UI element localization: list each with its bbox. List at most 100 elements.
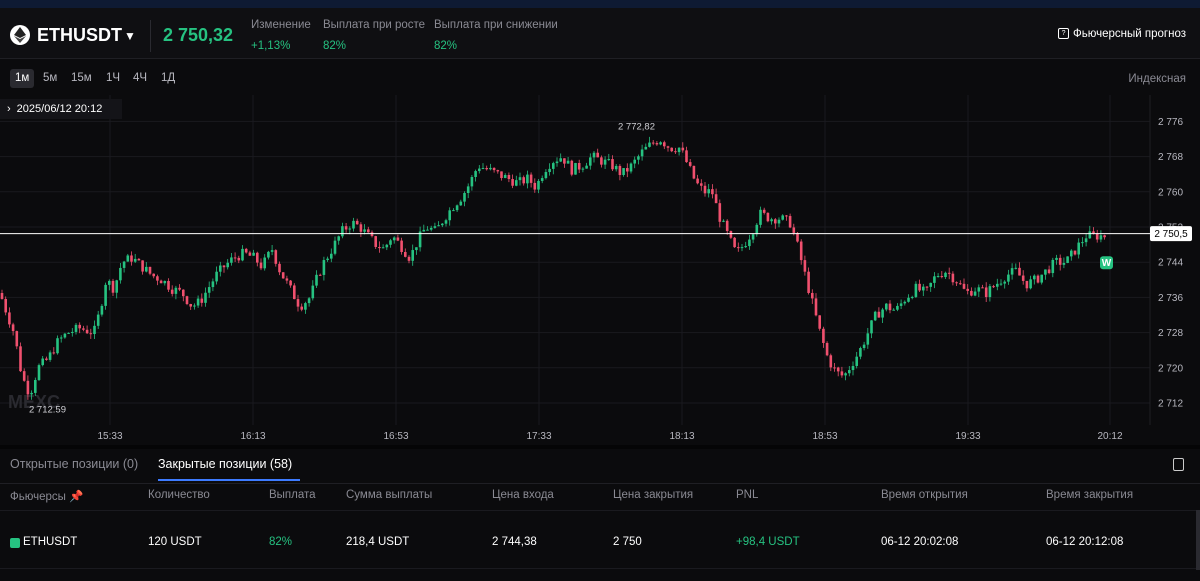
candlestick-chart[interactable]: MEXC 2 7762 7682 7602 7522 7442 7362 728… [0, 95, 1200, 445]
candle-body [822, 328, 825, 343]
candle-body [404, 251, 407, 257]
candle-body [207, 287, 211, 293]
candle-body [256, 252, 259, 263]
candle-body [836, 367, 840, 372]
candle-body [777, 219, 781, 224]
candle-body [274, 250, 278, 264]
candle-body [237, 257, 241, 261]
high-price-label: 2 772,82 [618, 121, 655, 132]
tab-open-positions[interactable]: Открытые позиции (0) [10, 457, 138, 471]
candles [0, 136, 1106, 400]
timeframe-1h[interactable]: 1Ч [101, 69, 125, 88]
candle-body [219, 265, 222, 272]
candle-body [788, 216, 792, 228]
stat-change: Изменение +1,13% [251, 19, 311, 52]
x-tick-label: 15:33 [97, 431, 122, 442]
candle-body [774, 219, 777, 224]
up-arrow-icon [10, 538, 20, 548]
order-marker[interactable]: W [1100, 256, 1113, 270]
candle-body [108, 280, 111, 285]
candle-body [966, 288, 969, 291]
candle-body [873, 311, 877, 321]
timeframe-1m[interactable]: 1м [10, 69, 35, 88]
candle-body [803, 260, 807, 272]
timeframe-bar: 1м 5м 15м 1Ч 4Ч 1Д Индексная [0, 61, 1200, 95]
futures-forecast-link[interactable]: ? Фьючерсный прогноз [1058, 28, 1186, 40]
candle-body [748, 239, 751, 247]
candle-body [1062, 262, 1066, 265]
col-entry-price: Цена входа [492, 489, 554, 501]
timeframe-1d[interactable]: 1Д [156, 69, 180, 88]
candle-body [922, 286, 925, 291]
candle-body [648, 142, 651, 147]
pin-icon[interactable]: 📌 [69, 491, 83, 503]
col-close-time: Время закрытия [1046, 489, 1134, 501]
candle-body [681, 147, 685, 151]
candle-body [1073, 250, 1077, 255]
candle-body [688, 162, 692, 166]
col-open-time: Время открытия [881, 489, 968, 501]
candle-body [8, 312, 11, 325]
candle-body [603, 159, 607, 165]
candle-body [189, 304, 192, 307]
candle-body [633, 159, 636, 164]
candle-body [522, 177, 525, 184]
candle-body [714, 194, 718, 204]
symbol-selector[interactable]: ETHUSDT [37, 25, 122, 46]
candle-body [348, 228, 352, 230]
candle-body [1058, 257, 1062, 265]
candle-body [359, 224, 363, 232]
candle-body [996, 283, 999, 287]
timeframe-4h[interactable]: 4Ч [128, 69, 152, 88]
candle-body [48, 352, 52, 360]
row-payout: 82% [269, 536, 293, 548]
candle-body [374, 236, 377, 247]
candle-body [126, 255, 130, 262]
candle-body [11, 324, 15, 332]
document-icon[interactable] [1173, 458, 1184, 471]
chevron-down-icon[interactable]: ▼ [124, 29, 136, 43]
candle-body [711, 189, 714, 195]
candle-body [1033, 275, 1036, 280]
candle-body [674, 151, 677, 153]
candle-body [973, 291, 977, 296]
candle-body [984, 287, 988, 298]
index-price-toggle[interactable]: Индексная [1128, 73, 1186, 85]
col-payout-sum: Сумма выплаты [346, 489, 433, 501]
candle-body [196, 298, 200, 306]
candle-body [241, 248, 244, 261]
candle-body [888, 303, 892, 311]
candle-body [685, 150, 688, 163]
timeframe-15m[interactable]: 15м [66, 69, 97, 88]
candle-body [629, 163, 633, 172]
candle-body [592, 152, 596, 158]
candle-body [111, 280, 115, 293]
candle-body [367, 229, 370, 233]
row-symbol: ETHUSDT [23, 536, 78, 548]
candle-body [34, 379, 37, 393]
crosshair-datetime[interactable]: › 2025/06/12 20:12 [0, 99, 122, 119]
candle-body [426, 229, 429, 231]
candle-body [381, 247, 385, 249]
candle-body [296, 299, 300, 307]
candle-body [326, 258, 329, 261]
table-scrollbar[interactable] [1196, 510, 1200, 570]
candle-body [344, 226, 348, 230]
candle-body [663, 142, 666, 147]
candle-body [433, 226, 437, 228]
candle-body [178, 287, 181, 290]
candle-body [818, 315, 821, 329]
candle-body [437, 225, 440, 227]
candle-body [352, 220, 355, 229]
candle-body [544, 172, 548, 179]
candle-body [548, 168, 551, 173]
top-accent-bar [0, 0, 1200, 8]
candle-body [474, 171, 477, 178]
timeframe-5m[interactable]: 5м [38, 69, 62, 88]
table-row[interactable]: ETHUSDT 120 USDT 82% 218,4 USDT 2 744,38… [0, 516, 1200, 569]
candle-body [618, 165, 622, 175]
candle-body [859, 348, 862, 357]
candle-body [929, 282, 932, 287]
candle-body [981, 287, 984, 289]
tab-closed-positions[interactable]: Закрытые позиции (58) [158, 457, 292, 471]
